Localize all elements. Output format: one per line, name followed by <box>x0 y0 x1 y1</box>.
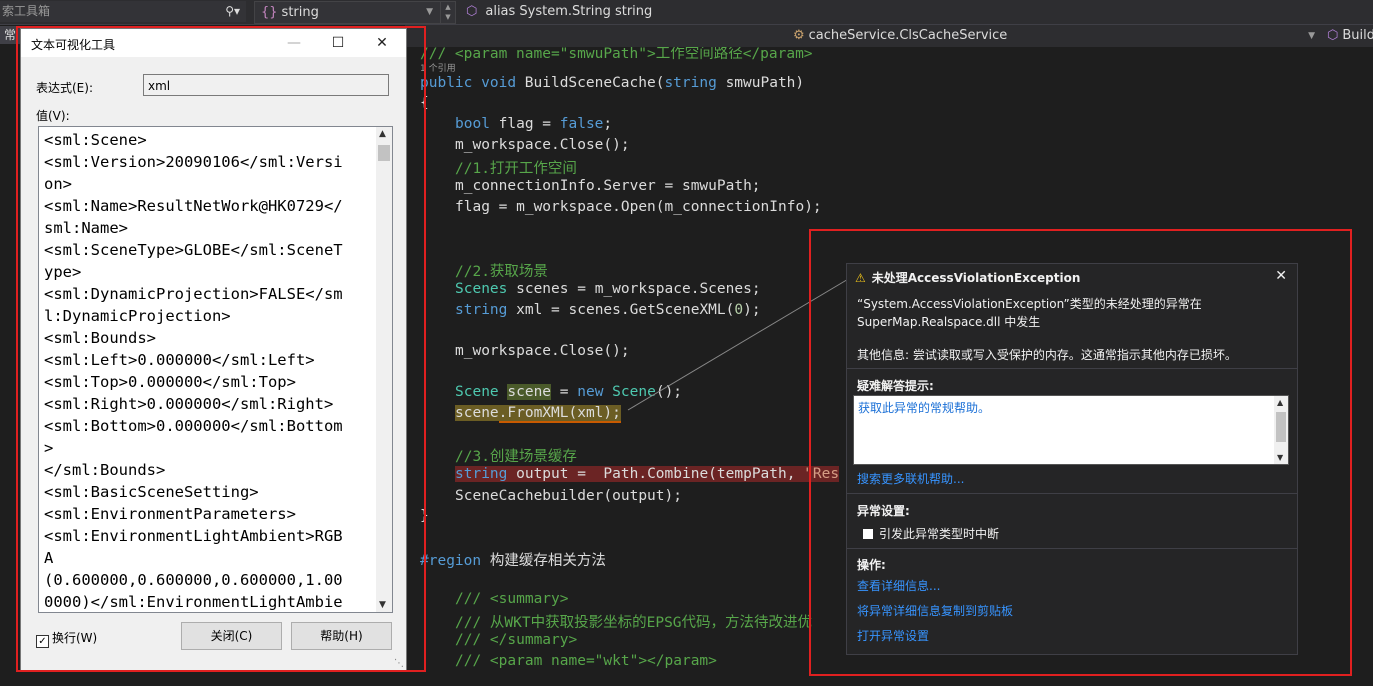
annotation-box-visualizer <box>16 26 426 672</box>
annotation-box-exception <box>809 229 1352 676</box>
